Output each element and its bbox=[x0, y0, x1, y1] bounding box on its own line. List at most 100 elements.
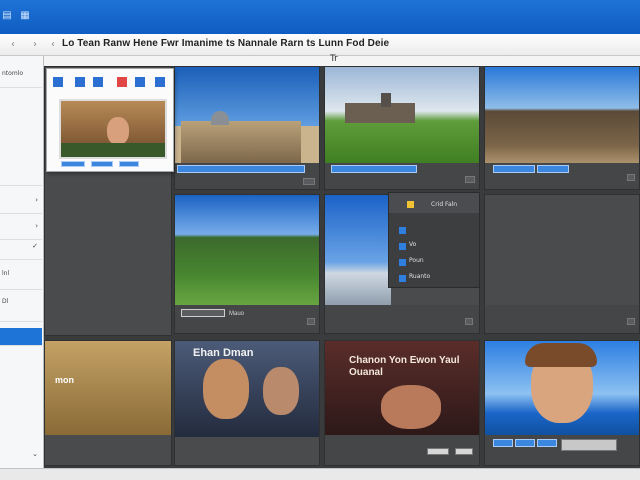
tag-chip[interactable] bbox=[515, 439, 535, 447]
refresh-icon[interactable]: ‹ bbox=[46, 38, 60, 52]
tag-chip[interactable] bbox=[181, 309, 225, 317]
photo-thumbnail bbox=[175, 195, 319, 307]
tile-menu-button[interactable] bbox=[303, 178, 315, 185]
title-bar: ▤ ▦ bbox=[0, 0, 640, 34]
sidebar-item-3[interactable]: › bbox=[0, 190, 42, 214]
tag-chip[interactable] bbox=[177, 165, 305, 173]
tile-menu-button[interactable] bbox=[465, 318, 473, 325]
sidebar-item-2[interactable] bbox=[0, 96, 42, 186]
preview-image bbox=[59, 99, 167, 159]
edit-icon[interactable] bbox=[93, 77, 103, 87]
check-icon: ✓ bbox=[32, 242, 38, 250]
app-icon bbox=[53, 77, 63, 87]
tag-chip[interactable] bbox=[493, 439, 513, 447]
sidebar-item-1[interactable]: ntomlo bbox=[0, 64, 42, 88]
tag-chip[interactable] bbox=[537, 439, 557, 447]
tag-chip[interactable] bbox=[537, 165, 569, 173]
photo-thumbnail bbox=[325, 67, 479, 165]
photo-tile-r3c1[interactable]: mon bbox=[44, 340, 172, 466]
preview-popup[interactable] bbox=[46, 68, 174, 172]
tile-toolbar bbox=[325, 435, 479, 465]
address-bar: ‹ › ‹ Lo Tean Ranw Hene Fwr Imanime ts N… bbox=[0, 34, 640, 56]
tag-chip[interactable] bbox=[91, 161, 113, 167]
dome-shape bbox=[211, 111, 229, 125]
tile-toolbar bbox=[175, 163, 319, 189]
breadcrumb[interactable]: Lo Tean Ranw Hene Fwr Imanime ts Nannale… bbox=[62, 38, 389, 49]
ruins-shape bbox=[345, 103, 415, 123]
tag-chip[interactable] bbox=[331, 165, 417, 173]
toolbar-strip bbox=[0, 56, 640, 66]
back-icon[interactable]: ‹ bbox=[6, 38, 20, 52]
person-face bbox=[107, 117, 129, 145]
menu-icon bbox=[399, 275, 406, 282]
tile-toolbar bbox=[485, 163, 639, 189]
menu-item-2[interactable]: Vo bbox=[399, 241, 479, 251]
photo-thumbnail bbox=[485, 67, 639, 165]
delete-icon[interactable] bbox=[117, 77, 127, 87]
photo-thumbnail bbox=[175, 67, 319, 165]
sidebar: ntomlo › › ✓ lnl Dl ⌄ bbox=[0, 56, 44, 472]
poster-text: mon bbox=[55, 375, 74, 385]
photo-tile-r2c4[interactable] bbox=[484, 194, 640, 334]
sidebar-item-8[interactable]: ⌄ bbox=[0, 448, 42, 466]
poster-text: Ehan Dman bbox=[193, 347, 254, 359]
hair-shape bbox=[525, 343, 597, 367]
folder-icon bbox=[407, 201, 414, 208]
sidebar-item-5[interactable]: ✓ bbox=[0, 236, 42, 260]
chevron-icon: › bbox=[35, 222, 38, 230]
sidebar-item-label: lnl bbox=[2, 270, 10, 277]
tile-toolbar bbox=[485, 305, 639, 333]
sidebar-item-6[interactable]: lnl bbox=[0, 264, 42, 290]
photo-tile-r1c4[interactable] bbox=[484, 66, 640, 190]
menu-icon bbox=[399, 243, 406, 250]
sidebar-item-selected[interactable] bbox=[0, 328, 42, 346]
menu-header: Crid Faln bbox=[389, 193, 479, 213]
status-bar bbox=[0, 468, 640, 480]
tile-toolbar bbox=[485, 435, 639, 465]
tile-action-button[interactable] bbox=[427, 448, 449, 455]
person-face bbox=[263, 367, 299, 415]
chevron-down-icon: ⌄ bbox=[32, 450, 38, 458]
info-icon[interactable] bbox=[135, 77, 145, 87]
tag-chip[interactable] bbox=[493, 165, 535, 173]
tile-menu-button[interactable] bbox=[627, 318, 635, 325]
grid-view-icon[interactable]: ▦ bbox=[20, 11, 30, 21]
forward-icon[interactable]: › bbox=[28, 38, 42, 52]
chevron-icon: › bbox=[35, 196, 38, 204]
photo-tile-r2c2[interactable]: Mauo bbox=[174, 194, 320, 334]
share-icon[interactable] bbox=[75, 77, 85, 87]
tile-progress bbox=[561, 439, 617, 451]
photo-thumbnail: Ehan Dman bbox=[175, 341, 319, 437]
tile-menu-button[interactable] bbox=[455, 448, 473, 455]
tile-toolbar bbox=[325, 305, 479, 333]
tower-shape bbox=[381, 93, 391, 107]
tag-chip[interactable] bbox=[61, 161, 85, 167]
tile-menu-button[interactable] bbox=[307, 318, 315, 325]
photo-thumbnail bbox=[485, 341, 639, 437]
person-face bbox=[381, 385, 441, 429]
tile-menu-button[interactable] bbox=[465, 176, 475, 183]
tag-chip[interactable] bbox=[119, 161, 139, 167]
photo-tile-r1c2[interactable] bbox=[174, 66, 320, 190]
column-marker: Tr bbox=[330, 54, 338, 64]
tile-menu-button[interactable] bbox=[627, 174, 635, 181]
menu-item-1[interactable] bbox=[399, 225, 479, 235]
photo-tile-r3c4[interactable] bbox=[484, 340, 640, 466]
building-shape bbox=[181, 121, 301, 165]
photo-tile-r1c3[interactable] bbox=[324, 66, 480, 190]
photo-thumbnail bbox=[325, 195, 391, 307]
photo-tile-r3c2[interactable]: Ehan Dman bbox=[174, 340, 320, 466]
menu-item-4[interactable]: Ruanto bbox=[399, 273, 479, 283]
close-icon[interactable] bbox=[155, 77, 165, 87]
photo-thumbnail: Chanon Yon Ewon Yaul Ouanal bbox=[325, 341, 479, 437]
context-menu: Crid Faln Vo Poun Ruanto bbox=[388, 192, 480, 288]
app-icon[interactable]: ▤ bbox=[2, 11, 12, 21]
menu-item-3[interactable]: Poun bbox=[399, 257, 479, 267]
sidebar-item-7[interactable]: Dl bbox=[0, 292, 42, 322]
poster-text: Chanon Yon Ewon Yaul Ouanal bbox=[349, 355, 460, 378]
photo-thumbnail: mon bbox=[45, 341, 171, 435]
photo-tile-r3c3[interactable]: Chanon Yon Ewon Yaul Ouanal bbox=[324, 340, 480, 466]
menu-header-label: Crid Faln bbox=[431, 201, 458, 208]
sidebar-item-label: ntomlo bbox=[2, 70, 24, 77]
ground-shape bbox=[61, 143, 165, 157]
